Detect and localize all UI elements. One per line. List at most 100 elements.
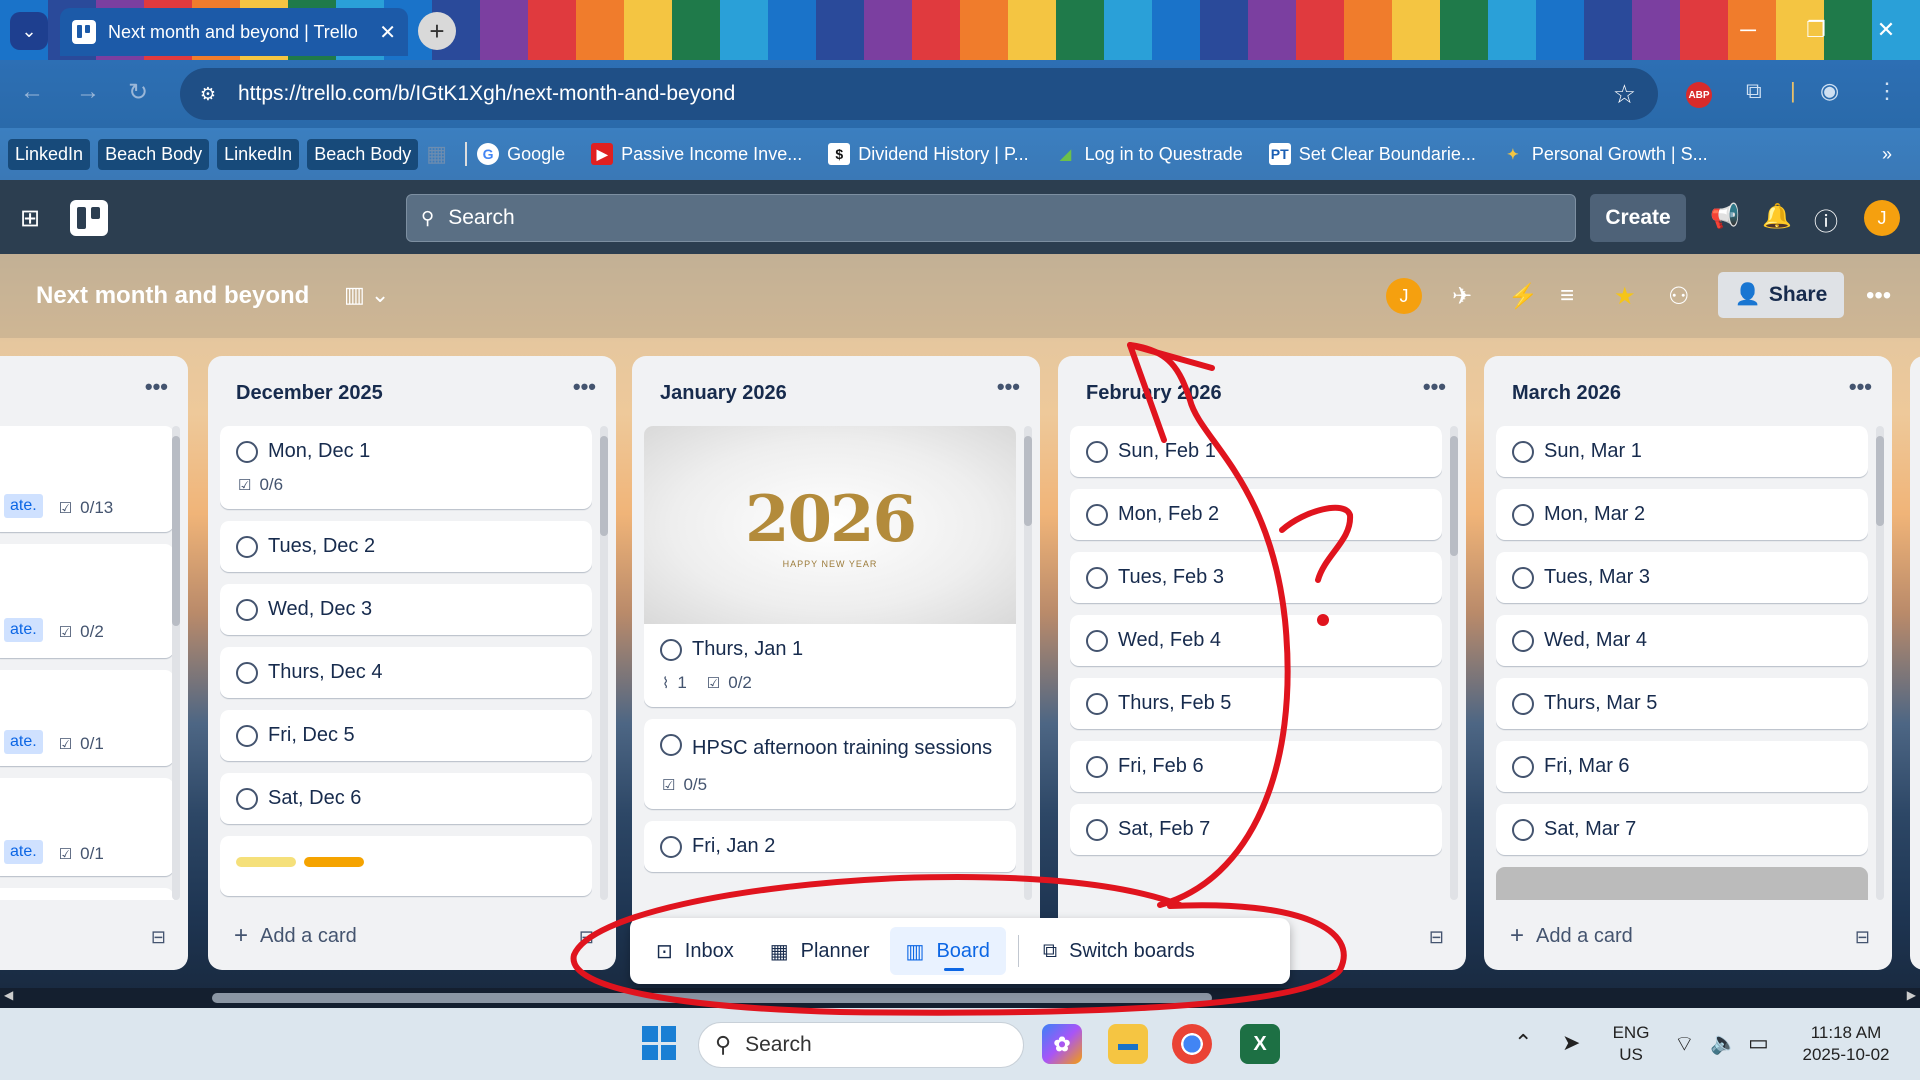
list-item[interactable]: 2026 HAPPY NEW YEAR Thurs, Jan 1 ⌇ 1 ☑ 0/2 xyxy=(644,426,1016,707)
restore-window-button[interactable]: ❐ xyxy=(1794,10,1838,50)
add-card-button[interactable]: + Add a card xyxy=(234,922,357,950)
bookmark-personal-growth[interactable]: ✦ Personal Growth | S... xyxy=(1502,143,1708,165)
close-window-button[interactable]: ✕ xyxy=(1864,10,1908,50)
minimize-window-button[interactable]: ─ xyxy=(1726,10,1770,50)
taskbar-search-input[interactable]: ⚲ Search xyxy=(698,1022,1024,1068)
list-title[interactable]: January 2026 xyxy=(660,382,787,405)
list-scrollbar[interactable] xyxy=(172,426,180,900)
complete-checkbox[interactable] xyxy=(1512,819,1534,841)
bookmark-chip[interactable]: LinkedIn xyxy=(8,138,91,170)
complete-checkbox[interactable] xyxy=(236,599,258,621)
tray-overflow-chevron-icon[interactable]: ⌃ xyxy=(1514,1030,1532,1056)
power-ups-icon[interactable]: ✈ xyxy=(1452,282,1472,311)
complete-checkbox[interactable] xyxy=(1086,693,1108,715)
list-menu-icon[interactable]: ••• xyxy=(1423,374,1446,400)
list-item[interactable]: Sat, Feb 7 xyxy=(1070,804,1442,855)
address-bar[interactable]: ⚙ https://trello.com/b/IGtK1Xgh/next-mon… xyxy=(180,68,1658,120)
bookmark-passive-income[interactable]: ▶ Passive Income Inve... xyxy=(591,143,802,165)
list-item[interactable]: ate. ☑ 0/1 xyxy=(0,670,174,766)
list-item[interactable]: Fri, Dec 5 xyxy=(220,710,592,761)
list-scrollbar[interactable] xyxy=(600,426,608,900)
complete-checkbox[interactable] xyxy=(1086,630,1108,652)
complete-checkbox[interactable] xyxy=(1086,504,1108,526)
bookmark-boundaries[interactable]: PT Set Clear Boundarie... xyxy=(1268,143,1476,165)
complete-checkbox[interactable] xyxy=(236,441,258,463)
extension-puzzle-icon[interactable]: ⧉ xyxy=(1746,78,1762,104)
battery-icon[interactable]: ▭ xyxy=(1748,1030,1769,1056)
create-button[interactable]: Create xyxy=(1590,194,1686,242)
search-input[interactable]: ⚲ Search xyxy=(406,194,1576,242)
complete-checkbox[interactable] xyxy=(1086,819,1108,841)
copilot-icon[interactable]: ✿ xyxy=(1042,1024,1082,1064)
clock[interactable]: 11:18 AM 2025-10-02 xyxy=(1794,1022,1898,1066)
complete-checkbox[interactable] xyxy=(660,734,682,756)
board-member-avatar[interactable]: J xyxy=(1386,278,1422,314)
complete-checkbox[interactable] xyxy=(236,725,258,747)
list-item[interactable]: Sun, Feb 1 xyxy=(1070,426,1442,477)
card-template-icon[interactable]: ⊟ xyxy=(151,927,166,948)
board-menu-icon[interactable]: ••• xyxy=(1866,282,1891,310)
list-item[interactable]: Sat, Dec 6 xyxy=(220,773,592,824)
list-scrollbar[interactable] xyxy=(1450,426,1458,900)
add-card-button[interactable]: + Add a card xyxy=(1510,922,1633,950)
profile-icon[interactable]: ◉ xyxy=(1820,78,1839,104)
list-item[interactable]: Wed, Dec 3 xyxy=(220,584,592,635)
file-explorer-icon[interactable]: ▬ xyxy=(1108,1024,1148,1064)
list-item[interactable]: Wed, Feb 4 xyxy=(1070,615,1442,666)
list-item[interactable] xyxy=(0,888,174,900)
list-item[interactable]: ate. ☑ 0/13 xyxy=(0,426,174,532)
app-switcher-icon[interactable]: ⊞ xyxy=(20,204,48,232)
list-item[interactable]: Thurs, Mar 5 xyxy=(1496,678,1868,729)
list-menu-icon[interactable]: ••• xyxy=(997,374,1020,400)
windows-start-icon[interactable] xyxy=(642,1026,676,1060)
complete-checkbox[interactable] xyxy=(1512,567,1534,589)
complete-checkbox[interactable] xyxy=(1512,504,1534,526)
notifications-bell-icon[interactable]: 🔔 xyxy=(1762,202,1792,231)
list-item[interactable]: Wed, Mar 4 xyxy=(1496,615,1868,666)
language-indicator[interactable]: ENG US xyxy=(1606,1022,1656,1066)
list-item[interactable]: Thurs, Dec 4 xyxy=(220,647,592,698)
filter-icon[interactable]: ≡ xyxy=(1560,282,1574,310)
list-item[interactable]: Mon, Feb 2 xyxy=(1070,489,1442,540)
forward-arrow-icon[interactable]: → xyxy=(76,78,100,106)
scrollbar-thumb[interactable] xyxy=(212,993,1212,1003)
list-item[interactable] xyxy=(220,836,592,896)
list-item[interactable]: Sat, Mar 7 xyxy=(1496,804,1868,855)
complete-checkbox[interactable] xyxy=(1086,756,1108,778)
list-item[interactable] xyxy=(1496,867,1868,900)
list-item[interactable]: Fri, Jan 2 xyxy=(644,821,1016,872)
help-icon[interactable]: ⓘ xyxy=(1814,202,1838,237)
bookmark-questrade[interactable]: ◢ Log in to Questrade xyxy=(1055,143,1243,165)
scrollbar-thumb[interactable] xyxy=(600,436,608,536)
apps-grid-icon[interactable]: ▦ xyxy=(426,141,447,167)
bookmark-google[interactable]: G Google xyxy=(477,143,565,165)
chrome-icon[interactable] xyxy=(1172,1024,1212,1064)
tab-search-button[interactable]: ⌄ xyxy=(10,12,48,50)
back-arrow-icon[interactable]: ← xyxy=(20,78,44,106)
switch-boards-button[interactable]: ⧉ Switch boards xyxy=(1027,927,1211,975)
list-item[interactable]: Tues, Feb 3 xyxy=(1070,552,1442,603)
scrollbar-thumb[interactable] xyxy=(1876,436,1884,526)
bookmark-dividend-history[interactable]: $ Dividend History | P... xyxy=(828,143,1029,165)
list-scrollbar[interactable] xyxy=(1024,426,1032,900)
list-item[interactable]: Fri, Feb 6 xyxy=(1070,741,1442,792)
card-template-icon[interactable]: ⊟ xyxy=(1429,927,1444,948)
scrollbar-thumb[interactable] xyxy=(1450,436,1458,556)
inbox-button[interactable]: ⊡ Inbox xyxy=(640,927,750,975)
list-item[interactable]: Tues, Dec 2 xyxy=(220,521,592,572)
automation-icon[interactable]: ⚡ xyxy=(1508,282,1538,311)
list-menu-icon[interactable]: ••• xyxy=(573,374,596,400)
user-avatar[interactable]: J xyxy=(1864,200,1900,236)
complete-checkbox[interactable] xyxy=(660,836,682,858)
complete-checkbox[interactable] xyxy=(236,662,258,684)
list-item[interactable]: Mon, Dec 1 ☑ 0/6 xyxy=(220,426,592,509)
complete-checkbox[interactable] xyxy=(1512,630,1534,652)
bookmark-chip[interactable]: Beach Body xyxy=(98,138,210,170)
star-board-icon[interactable]: ★ xyxy=(1614,282,1636,311)
visibility-icon[interactable]: ⚇ xyxy=(1668,282,1690,311)
list-item[interactable]: Sun, Mar 1 xyxy=(1496,426,1868,477)
share-button[interactable]: 👤 Share xyxy=(1718,272,1844,318)
complete-checkbox[interactable] xyxy=(1512,756,1534,778)
adblock-extension-icon[interactable]: ABP xyxy=(1686,82,1712,108)
list-item[interactable]: Fri, Mar 6 xyxy=(1496,741,1868,792)
